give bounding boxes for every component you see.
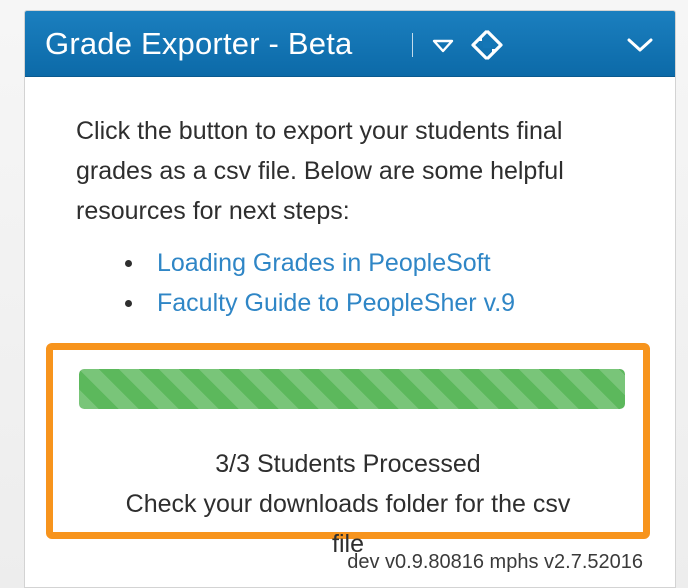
link-faculty-guide[interactable]: Faculty Guide to PeopleSher v.9 (157, 289, 515, 317)
bullet (125, 300, 132, 307)
intro-text: Click the button to export your students… (76, 117, 564, 225)
export-status-highlight: 3/3 Students Processed Check your downlo… (46, 343, 650, 558)
progress-bar (79, 369, 625, 409)
header-separator (412, 33, 413, 57)
list-item: Faculty Guide to PeopleSher v.9 (121, 283, 515, 323)
progress-bar-fill (79, 369, 625, 409)
widget-body: Click the button to export your students… (25, 77, 675, 587)
caret-down-icon[interactable] (432, 38, 454, 54)
chevron-down-icon[interactable] (625, 33, 655, 57)
grade-exporter-widget: Grade Exporter - Beta Click the button t… (24, 10, 676, 588)
bullet (125, 260, 132, 267)
widget-header: Grade Exporter - Beta (25, 11, 675, 77)
link-loading-grades[interactable]: Loading Grades in PeopleSoft (157, 249, 491, 277)
status-text: 3/3 Students Processed Check your downlo… (53, 444, 643, 564)
widget-title: Grade Exporter - Beta (45, 26, 353, 61)
move-icon[interactable] (469, 28, 505, 62)
resource-links: Loading Grades in PeopleSoft Faculty Gui… (121, 243, 515, 323)
version-text: dev v0.9.80816 mphs v2.7.52016 (347, 551, 643, 573)
processed-count: 3/3 Students Processed (215, 450, 481, 478)
download-message: Check your downloads folder for the csv (125, 490, 571, 518)
list-item: Loading Grades in PeopleSoft (121, 243, 515, 283)
